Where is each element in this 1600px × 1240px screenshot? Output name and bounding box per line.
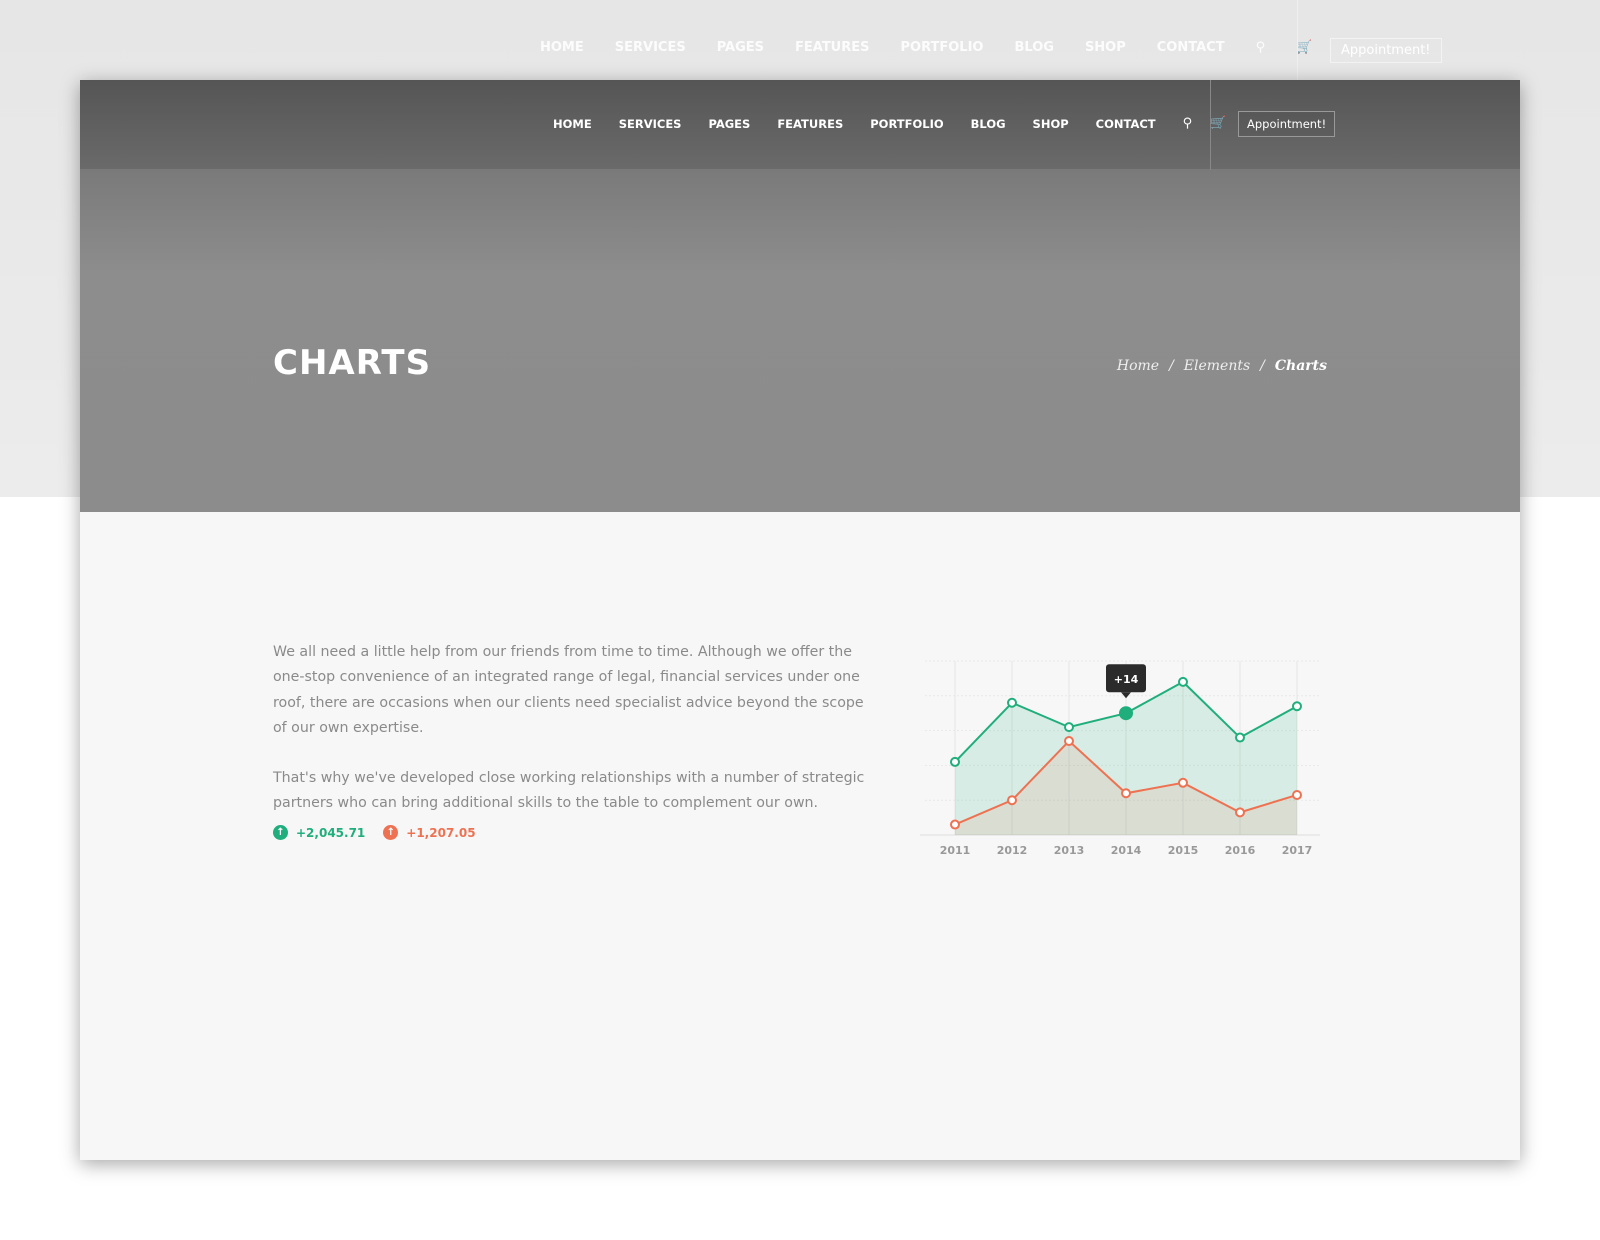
nav-home[interactable]: HOME	[553, 117, 592, 131]
data-point	[1235, 732, 1245, 743]
breadcrumb-current: Charts	[1274, 358, 1327, 374]
data-point	[1292, 701, 1302, 712]
nav-portfolio[interactable]: PORTFOLIO	[870, 117, 943, 131]
ghost-nav-item: CONTACT	[1156, 40, 1225, 55]
paragraph: That's why we've developed close working…	[273, 770, 865, 812]
data-point	[1064, 736, 1074, 747]
ghost-nav-item: SERVICES	[614, 40, 686, 55]
nav-services[interactable]: SERVICES	[619, 117, 682, 131]
divider	[1297, 0, 1298, 80]
data-point	[1235, 807, 1245, 818]
tooltip-arrow	[1121, 692, 1131, 699]
appointment-button[interactable]: Appointment!	[1238, 111, 1336, 137]
header: HOME SERVICES PAGES FEATURES PORTFOLIO B…	[80, 80, 1520, 170]
stat-value: +1,207.05	[406, 825, 476, 840]
ghost-nav-item: PAGES	[716, 40, 764, 55]
x-tick-label: 2013	[1054, 844, 1085, 857]
background-nav: HOME SERVICES PAGES FEATURES PORTFOLIO B…	[540, 40, 1343, 55]
ghost-nav-item: FEATURES	[795, 40, 870, 55]
stat-value: +2,045.71	[296, 825, 366, 840]
breadcrumb-elements[interactable]: Elements	[1184, 358, 1250, 374]
page-hero	[80, 170, 1520, 512]
cart-icon[interactable]: 🛒	[1210, 116, 1226, 131]
main-nav: HOME SERVICES PAGES FEATURES PORTFOLIO B…	[553, 116, 1244, 131]
divider	[1210, 80, 1211, 170]
ghost-appointment-button: Appointment!	[1330, 38, 1442, 63]
data-point	[1178, 676, 1188, 687]
ghost-nav-item: HOME	[540, 40, 584, 55]
data-point	[1292, 789, 1302, 800]
stats: ↑ +2,045.71 ↑ +1,207.05	[273, 825, 476, 840]
nav-features[interactable]: FEATURES	[777, 117, 843, 131]
ghost-nav-item: PORTFOLIO	[900, 40, 984, 55]
search-icon[interactable]: ⚲	[1183, 116, 1193, 131]
page-card: HOME SERVICES PAGES FEATURES PORTFOLIO B…	[80, 80, 1520, 1160]
data-point	[1178, 777, 1188, 788]
tooltip-text: +14	[1114, 673, 1139, 686]
nav-pages[interactable]: PAGES	[708, 117, 750, 131]
x-tick-label: 2015	[1168, 844, 1199, 857]
data-point	[1119, 706, 1133, 721]
ghost-nav-item: SHOP	[1084, 40, 1126, 55]
breadcrumb-home[interactable]: Home	[1117, 358, 1159, 374]
stat-green: ↑ +2,045.71	[273, 825, 365, 840]
search-icon: ⚲	[1255, 40, 1266, 55]
breadcrumb: Home / Elements / Charts	[1116, 358, 1327, 374]
ghost-nav-item: BLOG	[1014, 40, 1054, 55]
nav-contact[interactable]: CONTACT	[1096, 117, 1156, 131]
nav-shop[interactable]: SHOP	[1033, 117, 1069, 131]
x-tick-label: 2016	[1225, 844, 1256, 857]
data-point	[950, 819, 960, 830]
stat-orange: ↑ +1,207.05	[383, 825, 476, 840]
paragraph: We all need a little help from our frien…	[273, 644, 864, 736]
page-title: CHARTS	[273, 343, 432, 383]
x-tick-label: 2017	[1282, 844, 1313, 857]
data-point	[1064, 722, 1074, 733]
data-point	[1007, 697, 1017, 708]
x-tick-label: 2012	[997, 844, 1028, 857]
line-chart: 2011 2012 2013 2014 2015 2016 2017 +14	[920, 660, 1320, 857]
data-point	[1007, 795, 1017, 806]
cart-icon: 🛒	[1296, 40, 1313, 55]
intro-text: We all need a little help from our frien…	[273, 640, 873, 842]
x-tick-label: 2014	[1111, 844, 1142, 857]
x-tick-label: 2011	[940, 844, 971, 857]
nav-blog[interactable]: BLOG	[971, 117, 1006, 131]
data-point	[950, 756, 960, 767]
data-point	[1121, 788, 1131, 799]
arrow-up-icon: ↑	[383, 825, 399, 840]
arrow-up-icon: ↑	[273, 825, 288, 840]
